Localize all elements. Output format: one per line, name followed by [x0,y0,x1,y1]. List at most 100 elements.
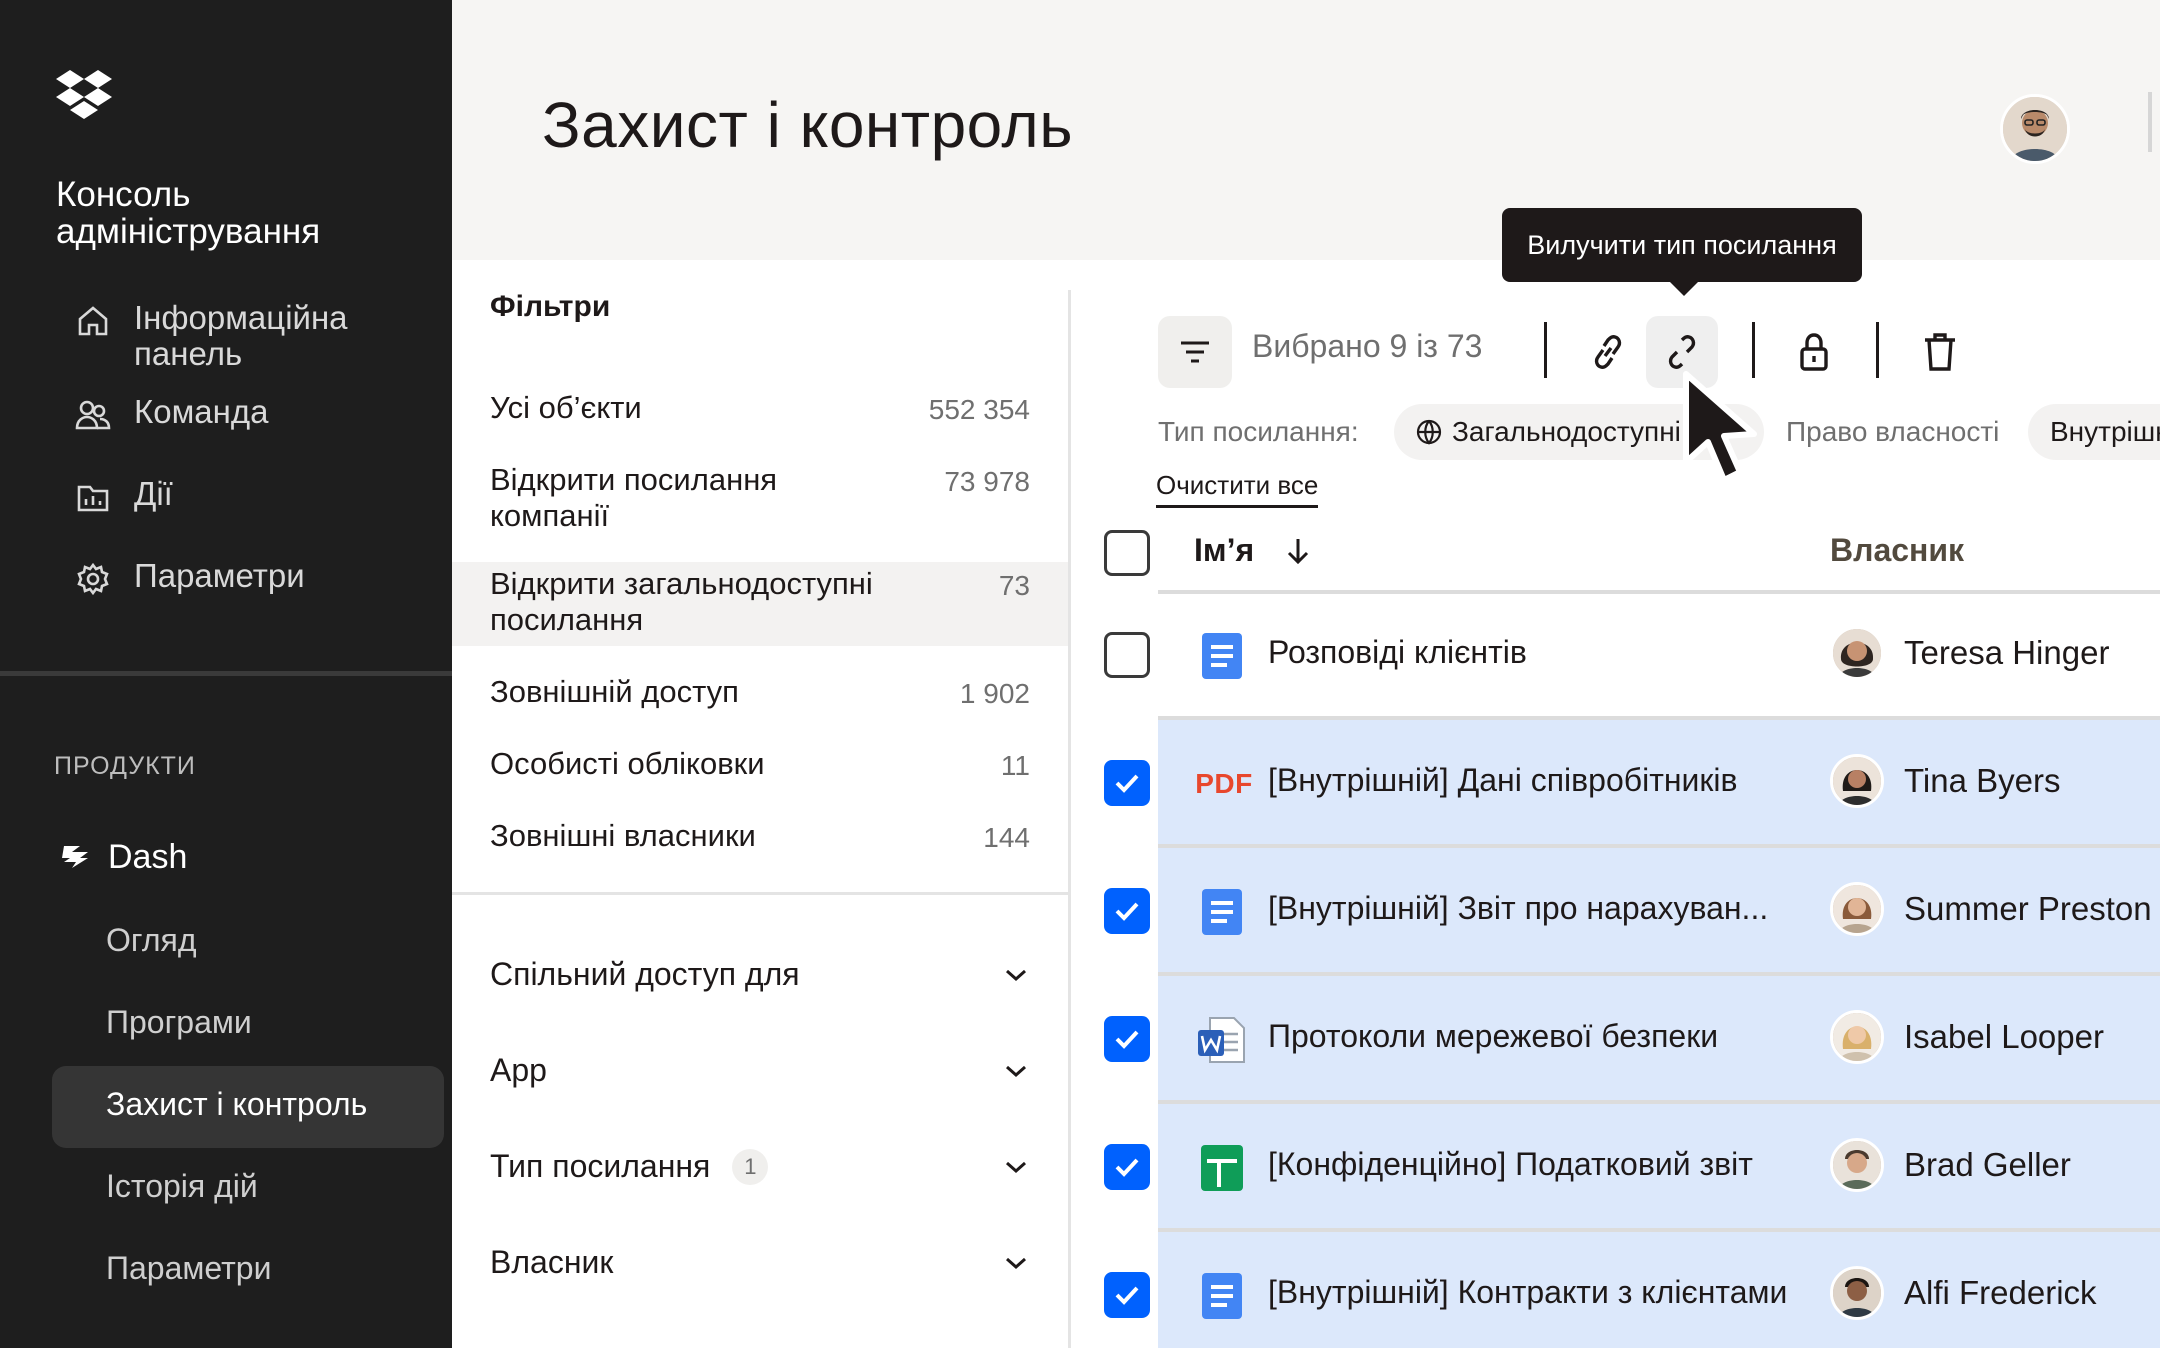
checkmark-icon [1115,1030,1139,1049]
sidebar-item-label: Дії [134,475,173,512]
row-checkbox[interactable] [1104,1144,1150,1190]
trash-icon [1925,333,1955,371]
link-type-chip-label: Тип посилання: [1158,416,1359,447]
filter-external-access[interactable]: Зовнішній доступ 1 902 [452,674,1068,712]
avatar [1830,626,1884,680]
globe-icon [1416,419,1442,445]
filter-count: 73 [998,570,1030,601]
row-checkbox[interactable] [1104,1016,1150,1062]
filter-label: Відкрити загальнодоступні посилання [490,566,873,637]
sheet-icon [1194,1140,1250,1196]
accordion-label: Спільний доступ для [490,956,800,992]
accordion-owner[interactable]: Власник [490,1244,1030,1281]
filter-all-objects[interactable]: Усі об’єкти 552 354 [452,390,1068,428]
sidebar-item-label: Команда [134,393,269,430]
sidebar-divider [0,671,452,676]
doc-icon [1194,628,1250,684]
filters-panel: Фільтри Усі об’єкти 552 354 Відкрити пос… [452,260,1068,1348]
clear-all-link[interactable]: Очистити все [1156,470,1319,508]
owner-name: Summer Preston [1904,890,2152,927]
dropbox-logo-icon[interactable] [56,70,112,122]
filter-external-owners[interactable]: Зовнішні власники 144 [452,818,1068,856]
filter-public-links[interactable]: Відкрити загальнодоступні посилання 73 [452,562,1068,646]
dash-icon [58,840,94,876]
sidebar-sub-programs[interactable]: Програми [106,1004,252,1041]
lock-icon [1800,333,1828,371]
sidebar-item-label: Інформаційна панель [134,299,348,372]
file-name[interactable]: [Внутрішній] Дані співробітників [1268,762,1738,799]
pdf-label: PDF [1195,768,1253,799]
column-header-owner[interactable]: Власник [1830,532,1964,569]
sidebar-item-label: Параметри [134,557,305,594]
filter-count: 73 978 [944,466,1030,497]
link-icon [1594,335,1622,369]
checkmark-icon [1115,1158,1139,1177]
sidebar-item-team[interactable]: Команда [74,394,268,434]
chip-value: Внутрішні [2050,416,2160,447]
row-checkbox[interactable] [1104,632,1150,678]
word-icon [1194,1012,1250,1068]
row-checkbox[interactable] [1104,1272,1150,1318]
ownership-chip[interactable]: Внутрішні [2028,404,2160,460]
chip-value: Загальнодоступні [1452,416,1681,447]
delete-button[interactable] [1904,316,1976,388]
row-checkbox[interactable] [1104,760,1150,806]
product-dash[interactable]: Dash [58,838,187,877]
header-edge [2148,92,2152,152]
file-name[interactable]: [Внутрішній] Звіт про нарахуван... [1268,890,1768,927]
sidebar-sub-settings[interactable]: Параметри [106,1250,271,1287]
sidebar-sub-overview[interactable]: Огляд [106,922,197,959]
sidebar-sub-history[interactable]: Історія дій [106,1168,258,1205]
select-all-checkbox[interactable] [1104,530,1150,576]
filter-company-links[interactable]: Відкрити посилання компанії 73 978 [452,462,1068,534]
accordion-shared-with[interactable]: Спільний доступ для [490,956,1030,993]
filter-icon [1181,341,1209,363]
file-name[interactable]: Протоколи мережевої безпеки [1268,1018,1718,1055]
column-label: Ім’я [1194,532,1255,568]
ownership-chip-label: Право власності [1786,416,2000,447]
sidebar-item-dashboard[interactable]: Інформаційна панель [74,300,394,372]
chevron-down-icon [1006,1257,1026,1269]
doc-icon [1194,1268,1250,1324]
toolbar-separator [1544,322,1547,378]
avatar[interactable] [2000,94,2070,164]
sidebar-item-activity[interactable]: Дії [74,476,173,516]
filter-count: 552 354 [928,394,1030,425]
checkmark-icon [1115,774,1139,793]
toolbar-separator [1876,322,1879,378]
home-icon [74,302,112,340]
doc-icon [1194,884,1250,940]
chevron-down-icon [1006,1161,1026,1173]
filter-label: Зовнішній доступ [490,674,739,709]
filter-label: Відкрити посилання компанії [490,462,778,533]
link-button[interactable] [1572,316,1644,388]
avatar [1830,1266,1884,1320]
accordion-link-type[interactable]: Тип посилання 1 [490,1148,1030,1185]
file-name[interactable]: [Внутрішній] Контракти з клієнтами [1268,1274,1787,1311]
file-name[interactable]: Розповіді клієнтів [1268,634,1527,671]
checkmark-icon [1115,1286,1139,1305]
column-header-name[interactable]: Ім’я [1194,532,1312,569]
filter-toggle-button[interactable] [1158,316,1232,388]
products-label: ПРОДУКТИ [54,752,196,780]
unlink-icon [1668,335,1696,369]
filter-personal-accounts[interactable]: Особисті обліковки 11 [452,746,1068,784]
row-checkbox[interactable] [1104,888,1150,934]
owner-name: Brad Geller [1904,1146,2071,1183]
sidebar-item-settings[interactable]: Параметри [74,558,305,598]
filter-label: Особисті обліковки [490,746,765,781]
owner-name: Alfi Frederick [1904,1274,2097,1311]
product-dash-label: Dash [108,838,188,876]
avatar [1830,882,1884,936]
file-name[interactable]: [Конфіденційно] Податковий звіт [1268,1146,1753,1183]
lock-button[interactable] [1778,316,1850,388]
chevron-down-icon [1006,969,1026,981]
sidebar-sub-protection[interactable]: Захист і контроль [106,1086,367,1123]
accordion-label: Тип посилання [490,1148,711,1184]
mouse-pointer-icon [1683,371,1757,483]
accordion-app[interactable]: App [490,1052,1030,1089]
filter-count: 1 902 [959,678,1030,709]
filter-count: 11 [1000,750,1030,781]
chevron-down-icon [1006,1065,1026,1077]
arrow-down-icon [1288,538,1309,564]
